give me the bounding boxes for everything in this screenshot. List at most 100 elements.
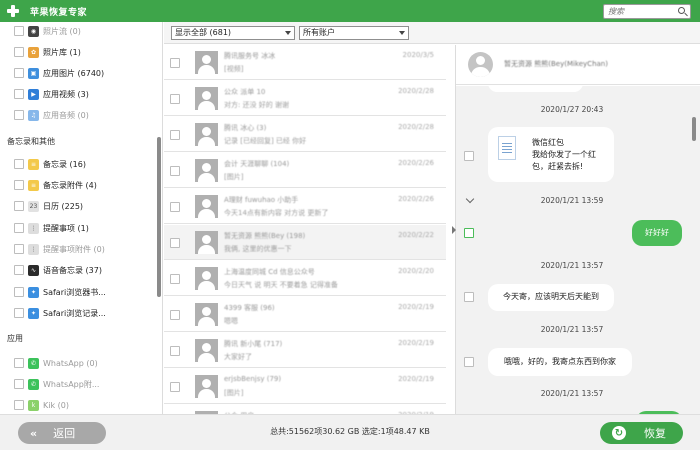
- conversation-checkbox[interactable]: [170, 166, 180, 176]
- conversation-avatar: [195, 231, 218, 254]
- conversation-row[interactable]: 上海温度同城 Cd 信息公众号 今日天气 说 明天 不要着急 记得准备 2020/2…: [164, 261, 446, 296]
- conversation-date: 2020/2/19: [398, 375, 434, 383]
- message-checkbox[interactable]: [464, 357, 474, 367]
- conversation-row[interactable]: 腾讯服务号 冰冰 [视频] 2020/3/5: [164, 45, 446, 80]
- sidebar-item[interactable]: ◉ 照片流 (0): [14, 23, 81, 39]
- conversation-date: 2020/2/19: [398, 303, 434, 311]
- message-checkbox[interactable]: [464, 228, 474, 238]
- restore-button[interactable]: ↻ 恢复: [600, 422, 683, 444]
- chat-scrollbar[interactable]: [692, 117, 696, 141]
- sidebar-item-checkbox[interactable]: [14, 223, 24, 233]
- reminders-icon: ⋮: [28, 222, 39, 234]
- sidebar-item-checkbox[interactable]: [14, 68, 24, 78]
- conversation-row[interactable]: A理财 fuwuhao 小助手 今天14点有新内容 对方说 更新了 2020/2/2…: [164, 189, 446, 224]
- sidebar-item-checkbox[interactable]: [14, 26, 24, 36]
- sidebar-item-checkbox[interactable]: [14, 265, 24, 275]
- sidebar-item[interactable]: ▶ 应用视频 (3): [14, 86, 89, 102]
- conversation-row[interactable]: 腾讯 新小尾 (717) 大家好了 2020/2/19: [164, 333, 446, 368]
- sidebar-item[interactable]: ✆ WhatsApp (0): [14, 355, 98, 371]
- sidebar-item-checkbox[interactable]: [14, 180, 24, 190]
- conversation-row[interactable]: 会计 天涯聊聊 (104) [图片] 2020/2/26: [164, 153, 446, 188]
- sidebar-item[interactable]: ⋮ 提醒事项 (1): [14, 220, 89, 236]
- message-checkbox[interactable]: [464, 151, 474, 161]
- sidebar-item-checkbox[interactable]: [14, 379, 24, 389]
- sidebar-item-checkbox[interactable]: [14, 201, 24, 211]
- conversation-name: 公众 派单 10: [224, 88, 266, 96]
- whatsapp-icon: ✆: [28, 357, 39, 369]
- sidebar-item-checkbox[interactable]: [14, 110, 24, 120]
- conversation-name: 腾讯 新小尾 (717): [224, 340, 283, 348]
- conversation-preview: [图片]: [224, 389, 244, 397]
- conversation-preview: [图片]: [224, 173, 244, 181]
- conversation-checkbox[interactable]: [170, 58, 180, 68]
- sidebar-item[interactable]: ≡ 备忘录附件 (4): [14, 177, 97, 193]
- app-audio-icon: ♫: [28, 109, 39, 121]
- red-packet-message: 微信红包 我给你发了一个红 包，赶紧去拆!: [488, 127, 614, 182]
- conversation-preview: 嗯嗯: [224, 317, 238, 325]
- conversation-checkbox[interactable]: [170, 238, 180, 248]
- sidebar-item-label: 语音备忘录 (37): [43, 265, 102, 275]
- sidebar-item[interactable]: ✦ Safari浏览记录...: [14, 305, 106, 321]
- conversation-avatar: [195, 375, 218, 398]
- search-icon[interactable]: [678, 7, 685, 14]
- conversation-checkbox[interactable]: [170, 382, 180, 392]
- conversation-checkbox[interactable]: [170, 202, 180, 212]
- conversation-avatar: [195, 195, 218, 218]
- message-checkbox[interactable]: [464, 292, 474, 302]
- chevron-down-icon: [285, 31, 291, 35]
- search-box[interactable]: [603, 4, 691, 19]
- sidebar-item[interactable]: ≡ 备忘录 (16): [14, 156, 86, 172]
- account-select-value: 所有账户: [303, 28, 335, 37]
- conversation-name: A理财 fuwuhao 小助手: [224, 196, 299, 204]
- conversation-date: 2020/3/5: [402, 51, 434, 59]
- sidebar-scrollbar[interactable]: [157, 137, 161, 297]
- conversation-row[interactable]: 4399 客服 (96) 嗯嗯 2020/2/19: [164, 297, 446, 332]
- conversation-row[interactable]: 腾讯 冰心 (3) 记录 [已经回复] 已经 你好 2020/2/28: [164, 117, 446, 152]
- sidebar-item[interactable]: ⋮ 提醒事项附件 (0): [14, 241, 105, 257]
- category-sidebar: ◉ 照片流 (0) ✿ 照片库 (1) ▣ 应用图片 (6740) ▶ 应用视频 (3) ♫ 应用…: [0, 22, 163, 414]
- sidebar-item[interactable]: ♫ 应用音频 (0): [14, 107, 89, 123]
- chevron-down-icon: [399, 31, 405, 35]
- sidebar-item[interactable]: k Kik (0): [14, 397, 69, 413]
- sidebar-item-checkbox[interactable]: [14, 89, 24, 99]
- conversation-checkbox[interactable]: [170, 274, 180, 284]
- show-all-select[interactable]: 显示全部 (681): [171, 26, 295, 40]
- sidebar-item-checkbox[interactable]: [14, 308, 24, 318]
- conversation-name: erjsbBenjsy (79): [224, 375, 282, 383]
- sidebar-item-checkbox[interactable]: [14, 287, 24, 297]
- account-select[interactable]: 所有账户: [299, 26, 409, 40]
- sidebar-item[interactable]: ▣ 应用图片 (6740): [14, 65, 104, 81]
- red-packet-text-2: 包，赶紧去拆!: [532, 162, 584, 171]
- notes-attachment-icon: ≡: [28, 179, 39, 191]
- conversation-checkbox[interactable]: [170, 130, 180, 140]
- sidebar-item-checkbox[interactable]: [14, 244, 24, 254]
- sidebar-item-checkbox[interactable]: [14, 358, 24, 368]
- sidebar-item-label: 照片流 (0): [43, 26, 81, 36]
- filter-bar: 显示全部 (681) 所有账户: [164, 22, 700, 44]
- conversation-row[interactable]: 公众 用户2020/2/19: [164, 405, 446, 414]
- conversation-checkbox[interactable]: [170, 346, 180, 356]
- conversation-row[interactable]: erjsbBenjsy (79) [图片] 2020/2/19: [164, 369, 446, 404]
- safari-bookmark-icon: ✦: [28, 286, 39, 298]
- conversation-checkbox[interactable]: [170, 310, 180, 320]
- search-input[interactable]: [608, 6, 672, 17]
- sidebar-item-checkbox[interactable]: [14, 159, 24, 169]
- sidebar-item-checkbox[interactable]: [14, 47, 24, 57]
- sidebar-item[interactable]: ✆ WhatsApp附...: [14, 376, 99, 392]
- conversation-row[interactable]: 公众 派单 10 对方: 还没 好的 谢谢 2020/2/28: [164, 81, 446, 116]
- sidebar-item-checkbox[interactable]: [14, 400, 24, 410]
- sidebar-item[interactable]: ∿ 语音备忘录 (37): [14, 262, 102, 278]
- sidebar-item[interactable]: 23 日历 (225): [14, 198, 83, 214]
- kik-icon: k: [28, 399, 39, 411]
- conversation-preview: 记录 [已经回复] 已经 你好: [224, 137, 307, 145]
- conversation-preview: 今天14点有新内容 对方说 更新了: [224, 209, 329, 217]
- conversation-preview: [视频]: [224, 65, 244, 73]
- conversation-row[interactable]: 暂无资源 熊熊(Bey (198) 我俩, 这里的优惠一下 2020/2/22: [164, 225, 446, 260]
- sidebar-item-label: Safari浏览记录...: [43, 308, 106, 318]
- sidebar-item[interactable]: ✦ Safari浏览器书...: [14, 284, 106, 300]
- red-packet-title: 微信红包: [532, 138, 564, 147]
- conversation-checkbox[interactable]: [170, 94, 180, 104]
- app-logo-icon: [6, 4, 20, 18]
- outgoing-message-bubble: 好好好: [632, 220, 682, 246]
- sidebar-item[interactable]: ✿ 照片库 (1): [14, 44, 81, 60]
